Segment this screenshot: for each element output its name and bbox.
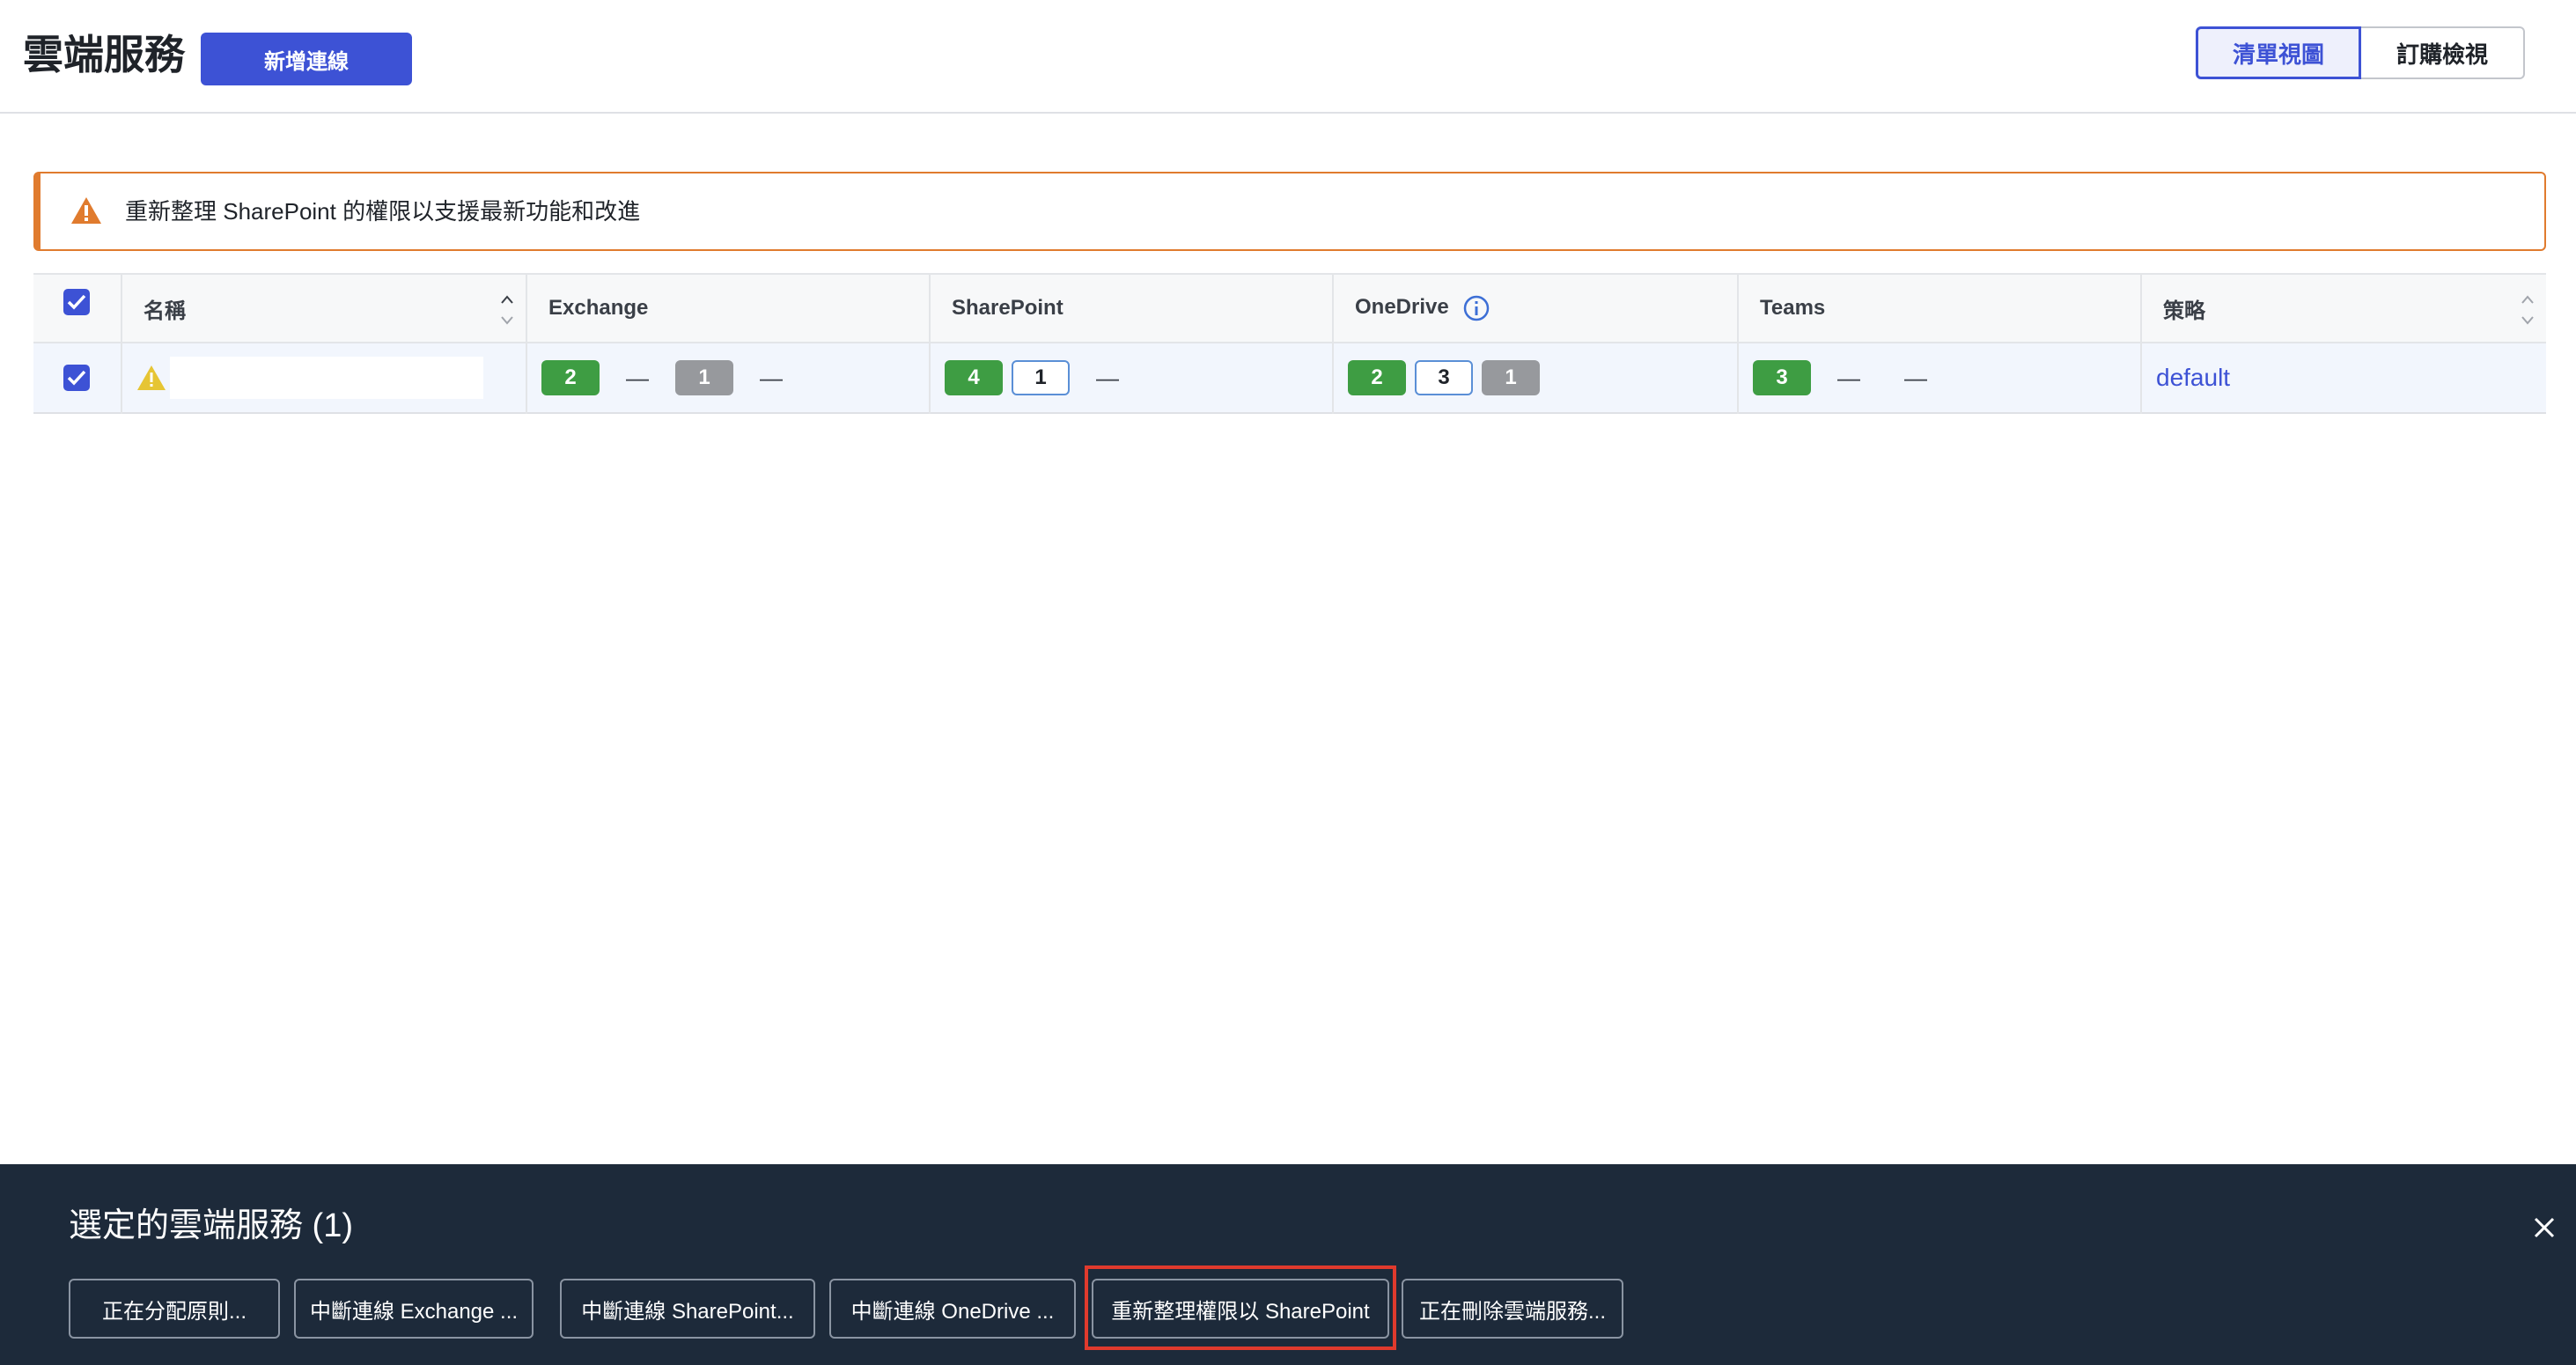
row-teams-cell: 3 — — [1738,343,2142,413]
checkmark-icon [67,370,86,386]
column-header-policy[interactable]: 策略 [2141,274,2546,343]
service-name [170,357,483,399]
disconnect-onedrive-button[interactable]: 中斷連線 OneDrive ... [829,1279,1076,1339]
sharepoint-pending-badge[interactable]: 1 [1012,360,1070,395]
sort-icon[interactable] [2520,292,2536,328]
warning-triangle-icon [71,197,101,224]
exchange-inactive-badge[interactable]: 1 [675,360,733,395]
assign-policy-button[interactable]: 正在分配原則... [69,1279,280,1339]
add-connection-button[interactable]: 新增連線 [201,33,412,85]
select-all-checkbox[interactable] [63,289,90,315]
onedrive-active-badge[interactable]: 2 [1348,360,1406,395]
row-select-cell [33,343,122,413]
cloud-services-table: 名稱 Exchange SharePoint OneDrive Teams 策略… [33,273,2546,414]
column-header-teams: Teams [1738,274,2142,343]
selection-action-bar: 選定的雲端服務 (1) 正在分配原則... 中斷連線 Exchange ... … [0,1164,2576,1365]
checkmark-icon [67,294,86,310]
page-header: 雲端服務 新增連線 清單視圖 訂購檢視 [0,0,2576,114]
delete-cloud-service-button[interactable]: 正在刪除雲端服務... [1402,1279,1623,1339]
exchange-empty-value: — [760,364,783,391]
exchange-active-badge[interactable]: 2 [541,360,600,395]
row-name-cell [121,343,527,413]
sharepoint-active-badge[interactable]: 4 [945,360,1003,395]
teams-empty-value: — [1837,364,1860,391]
onedrive-inactive-badge[interactable]: 1 [1482,360,1540,395]
exchange-empty-value: — [626,364,649,391]
table-row[interactable]: 2 — 1 — 4 1 — 2 3 1 3 — — default [33,343,2546,413]
close-icon[interactable] [2530,1214,2558,1242]
column-header-name[interactable]: 名稱 [121,274,527,343]
row-sharepoint-cell: 4 1 — [930,343,1334,413]
selection-title: 選定的雲端服務 (1) [69,1207,354,1244]
onedrive-pending-badge[interactable]: 3 [1415,360,1473,395]
view-toggle: 清單視圖 訂購檢視 [2196,26,2525,79]
column-header-exchange: Exchange [526,274,931,343]
row-onedrive-cell: 2 3 1 [1333,343,1739,413]
sharepoint-empty-value: — [1096,364,1119,391]
warning-triangle-icon [137,365,166,390]
page-title: 雲端服務 [23,32,185,77]
disconnect-exchange-button[interactable]: 中斷連線 Exchange ... [294,1279,534,1339]
select-all-cell [33,274,122,343]
row-exchange-cell: 2 — 1 — [526,343,931,413]
subscription-view-button[interactable]: 訂購檢視 [2361,26,2525,79]
refresh-sharepoint-permissions-button[interactable]: 重新整理權限以 SharePoint [1092,1279,1389,1339]
row-policy-cell: default [2141,343,2546,413]
sort-icon[interactable] [499,292,515,328]
banner-text: 重新整理 SharePoint 的權限以支援最新功能和改進 [125,198,641,225]
column-header-sharepoint: SharePoint [930,274,1334,343]
list-view-button[interactable]: 清單視圖 [2196,26,2361,79]
teams-active-badge[interactable]: 3 [1753,360,1811,395]
policy-link[interactable]: default [2142,364,2230,391]
teams-empty-value: — [1904,364,1927,391]
row-checkbox[interactable] [63,365,90,391]
sharepoint-permission-banner: 重新整理 SharePoint 的權限以支援最新功能和改進 [33,172,2546,251]
column-header-onedrive: OneDrive [1333,274,1739,343]
info-icon[interactable] [1463,295,1490,321]
table-header-row: 名稱 Exchange SharePoint OneDrive Teams 策略 [33,274,2546,343]
disconnect-sharepoint-button[interactable]: 中斷連線 SharePoint... [560,1279,815,1339]
